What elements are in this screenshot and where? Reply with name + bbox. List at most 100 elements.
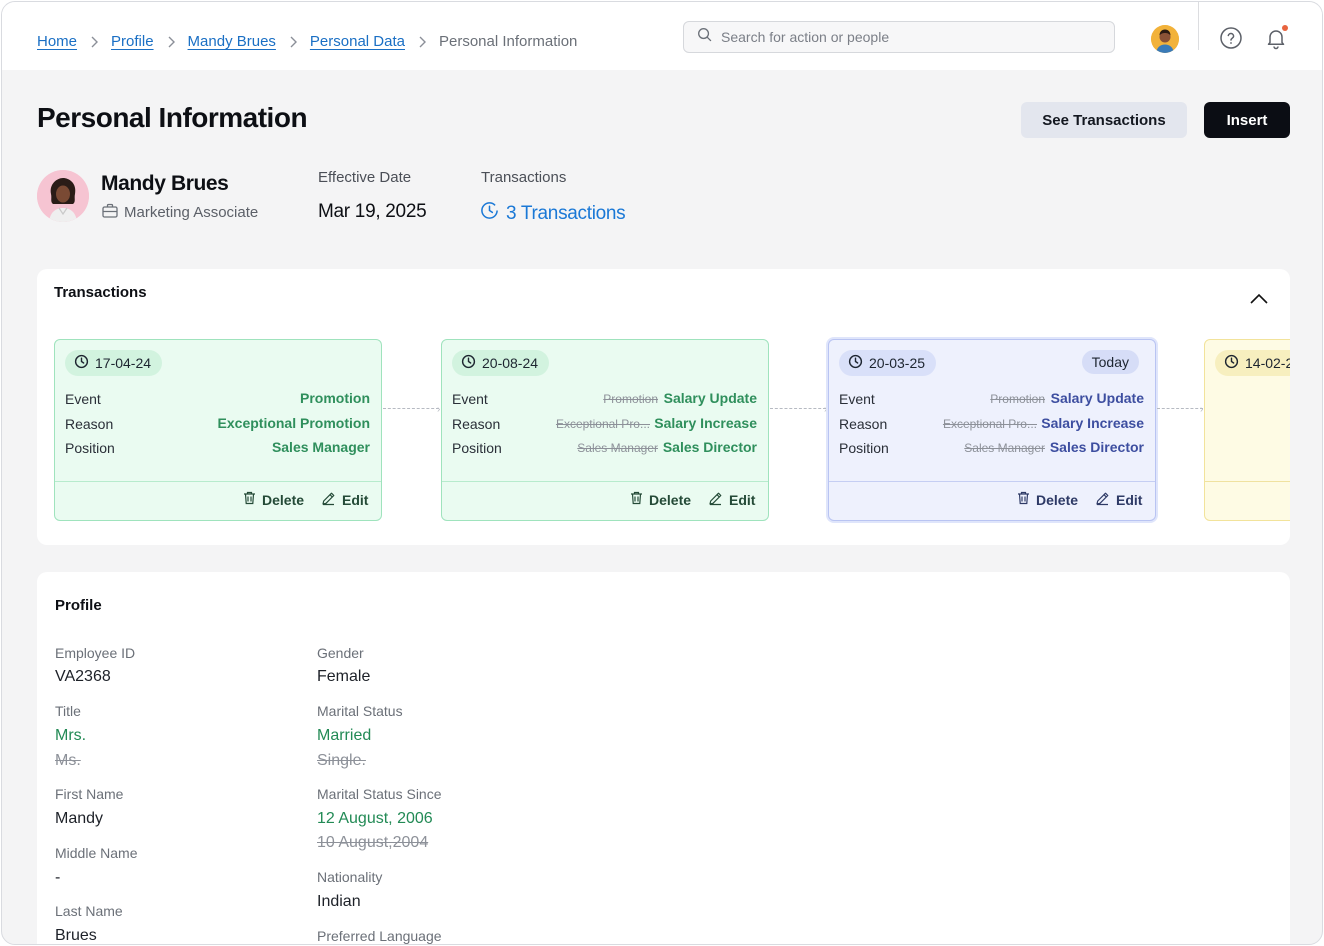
position-value: Sales Director bbox=[1049, 439, 1144, 455]
timeline-connector bbox=[770, 408, 826, 409]
position-value: Sales Director bbox=[662, 439, 757, 455]
employee-id-value: VA2368 bbox=[55, 668, 111, 685]
person-name: Mandy Brues bbox=[101, 172, 229, 195]
edit-label: Edit bbox=[342, 492, 369, 508]
event-old-value: Promotion bbox=[603, 392, 658, 406]
reason-label: Reason bbox=[452, 416, 501, 432]
event-value: Salary Update bbox=[663, 390, 757, 406]
clock-icon bbox=[74, 354, 89, 372]
position-old-value: Sales Manager bbox=[577, 441, 658, 455]
date-pill: 20-03-25 bbox=[839, 350, 937, 376]
top-bar: Home Profile Mandy Brues Personal Data P… bbox=[2, 2, 1322, 70]
transactions-label: Transactions bbox=[481, 169, 567, 186]
topbar-divider bbox=[1198, 2, 1199, 50]
last-name-label: Last Name bbox=[55, 903, 123, 919]
date-pill: 14-02-2 bbox=[1215, 350, 1290, 376]
clock-icon bbox=[1224, 354, 1239, 372]
trash-icon bbox=[1017, 491, 1030, 508]
breadcrumb-home[interactable]: Home bbox=[37, 33, 77, 50]
card-date: 14-02-2 bbox=[1245, 355, 1290, 371]
delete-label: Delete bbox=[1036, 491, 1079, 508]
card-date: 17-04-24 bbox=[95, 355, 152, 371]
title-old-value: Ms. bbox=[55, 752, 81, 769]
breadcrumb: Home Profile Mandy Brues Personal Data P… bbox=[37, 33, 577, 50]
nationality-label: Nationality bbox=[317, 869, 383, 885]
position-label: Position bbox=[839, 440, 889, 456]
reason-value: Exceptional Promotion bbox=[217, 415, 370, 431]
chevron-right-icon bbox=[167, 36, 175, 48]
position-old-value: Sales Manager bbox=[964, 441, 1045, 455]
chevron-right-icon bbox=[90, 36, 99, 48]
user-avatar[interactable] bbox=[1151, 25, 1179, 53]
collapse-chevron-up-icon[interactable] bbox=[1247, 287, 1271, 311]
app-window: Home Profile Mandy Brues Personal Data P… bbox=[1, 1, 1323, 945]
delete-label: Delete bbox=[649, 491, 692, 508]
reason-label: Reason bbox=[65, 416, 114, 432]
edit-button[interactable]: Edit bbox=[321, 491, 368, 509]
page-title: Personal Information bbox=[37, 102, 308, 133]
delete-button[interactable]: Delete bbox=[243, 491, 304, 508]
profile-panel: Profile Employee ID VA2368 Title Mrs. Ms… bbox=[37, 572, 1290, 944]
effective-date-value: Mar 19, 2025 bbox=[318, 201, 427, 222]
delete-button[interactable]: Delete bbox=[630, 491, 691, 508]
card-footer: Delete Edit bbox=[442, 481, 768, 520]
position-label: Position bbox=[452, 440, 502, 456]
preferred-language-label: Preferred Language bbox=[317, 928, 442, 944]
breadcrumb-person[interactable]: Mandy Brues bbox=[188, 33, 276, 50]
delete-button[interactable]: Delete bbox=[1017, 491, 1078, 508]
search-box[interactable] bbox=[683, 21, 1115, 53]
transaction-card[interactable]: 17-04-24 Event Promotion Reason Exceptio… bbox=[54, 339, 382, 521]
transaction-card-today[interactable]: 20-03-25 Today Event Promotion Salary Up… bbox=[828, 339, 1156, 521]
reason-value: Salary Increase bbox=[654, 415, 757, 431]
person-role-text: Marketing Associate bbox=[124, 204, 259, 221]
position-value: Sales Manager bbox=[271, 439, 370, 455]
transaction-card[interactable]: 14-02-2 bbox=[1204, 339, 1290, 521]
reason-value: Salary Increase bbox=[1041, 415, 1144, 431]
search-icon bbox=[697, 27, 712, 47]
see-transactions-button[interactable]: See Transactions bbox=[1021, 102, 1187, 138]
gender-value: Female bbox=[317, 668, 371, 685]
marital-since-old-value: 10 August,2004 bbox=[317, 834, 429, 851]
clock-icon bbox=[480, 201, 499, 226]
reason-old-value: Exceptional Pro... bbox=[942, 417, 1037, 431]
transaction-card[interactable]: 20-08-24 Event Promotion Salary Update R… bbox=[441, 339, 769, 521]
card-footer: Delete Edit bbox=[55, 481, 381, 520]
chevron-right-icon: › bbox=[1200, 404, 1204, 415]
edit-button[interactable]: Edit bbox=[708, 491, 755, 509]
edit-label: Edit bbox=[729, 492, 756, 508]
event-label: Event bbox=[65, 391, 101, 407]
transactions-panel-title: Transactions bbox=[54, 284, 147, 301]
last-name-value: Brues bbox=[55, 927, 97, 944]
card-footer: Delete Edit bbox=[829, 481, 1155, 520]
reason-label: Reason bbox=[839, 416, 888, 432]
person-role: Marketing Associate bbox=[102, 203, 258, 222]
card-date: 20-08-24 bbox=[482, 355, 539, 371]
transactions-link-text: 3 Transactions bbox=[506, 202, 626, 224]
event-old-value: Promotion bbox=[990, 392, 1045, 406]
breadcrumb-personal-data[interactable]: Personal Data bbox=[310, 33, 405, 50]
card-date: 20-03-25 bbox=[869, 355, 926, 371]
title-value: Mrs. bbox=[55, 727, 87, 744]
person-avatar bbox=[37, 170, 89, 222]
marital-since-label: Marital Status Since bbox=[317, 786, 442, 802]
date-pill: 20-08-24 bbox=[452, 350, 550, 376]
breadcrumb-profile[interactable]: Profile bbox=[111, 33, 154, 50]
help-icon[interactable] bbox=[1218, 25, 1244, 51]
bell-icon[interactable] bbox=[1263, 25, 1289, 51]
first-name-value: Mandy bbox=[55, 810, 104, 827]
search-input[interactable] bbox=[721, 29, 1101, 45]
employee-id-label: Employee ID bbox=[55, 645, 136, 661]
pencil-icon bbox=[1095, 491, 1110, 509]
transactions-link[interactable]: 3 Transactions bbox=[480, 201, 626, 226]
reason-old-value: Exceptional Pro... bbox=[555, 417, 650, 431]
nationality-value: Indian bbox=[317, 893, 361, 910]
notification-dot bbox=[1282, 25, 1288, 31]
trash-icon bbox=[630, 491, 643, 508]
event-label: Event bbox=[839, 391, 875, 407]
edit-button[interactable]: Edit bbox=[1095, 491, 1142, 509]
pencil-icon bbox=[321, 491, 336, 509]
insert-button[interactable]: Insert bbox=[1204, 102, 1290, 138]
chevron-right-icon bbox=[289, 36, 297, 48]
chevron-right-icon bbox=[418, 36, 426, 48]
card-footer bbox=[1205, 481, 1290, 520]
